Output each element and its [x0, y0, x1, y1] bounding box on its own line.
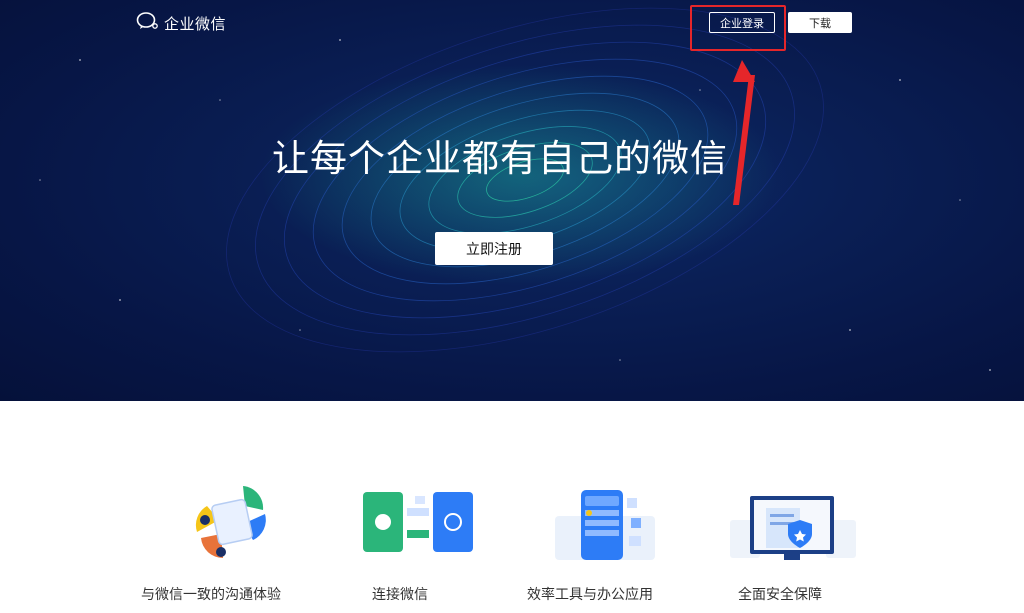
- register-button[interactable]: 立即注册: [435, 232, 553, 265]
- feature-security: [690, 478, 870, 572]
- feature-label-connect: 连接微信: [372, 587, 428, 603]
- download-button[interactable]: 下载: [788, 12, 852, 33]
- feature-chat-experience: [123, 478, 303, 572]
- hero-title: 让每个企业都有自己的微信: [272, 137, 728, 180]
- wave-background: [39, 7, 991, 371]
- enterprise-login-button[interactable]: 企业登录: [709, 12, 775, 33]
- annotation-arrow-head: [733, 60, 755, 82]
- feature-office-tools: [500, 478, 680, 572]
- office-tools-icon: [554, 490, 655, 560]
- security-icon: [729, 496, 856, 560]
- chat-bubble-icon: [136, 11, 160, 35]
- connect-wechat-icon: [363, 492, 473, 552]
- feature-label-office: 效率工具与办公应用: [527, 587, 653, 603]
- hero-banner: 企业微信 企业登录 下载 让每个企业都有自己的微信 立即注册: [0, 0, 1024, 401]
- logo-text: 企业微信: [164, 14, 227, 33]
- chat-experience-icon: [195, 486, 266, 559]
- logo[interactable]: 企业微信: [136, 11, 226, 35]
- feature-label-chat: 与微信一致的沟通体验: [141, 587, 281, 603]
- feature-connect-wechat: [310, 478, 490, 572]
- feature-label-security: 全面安全保障: [738, 587, 822, 603]
